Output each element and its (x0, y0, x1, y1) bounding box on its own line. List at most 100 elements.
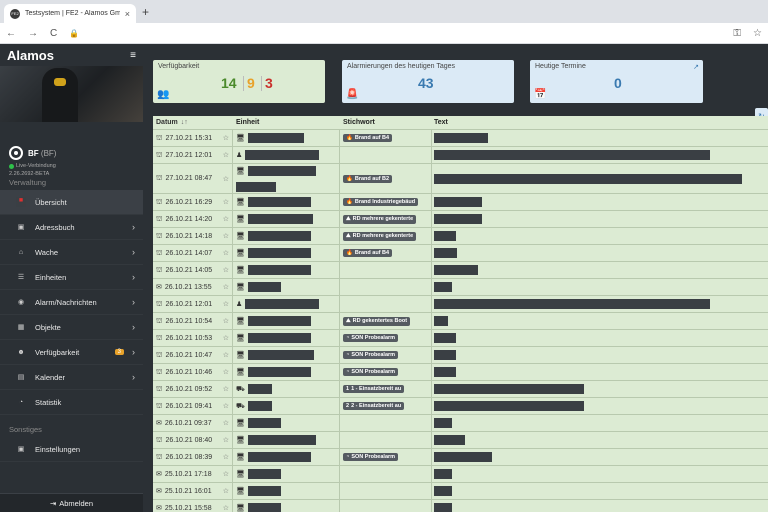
redacted-text (434, 150, 710, 160)
firestation-icon: ⛫ (156, 151, 163, 159)
table-row[interactable]: ⛫ 26.10.21 08:39 ☆ 🖥 ◔ SON Probealarm (153, 449, 768, 466)
sidebar-item-einstellungen[interactable]: ▣ Einstellungen (0, 437, 143, 462)
sidebar-item-adressbuch[interactable]: ▣ Adressbuch › (0, 215, 143, 240)
back-icon[interactable]: ← (6, 28, 16, 39)
table-row[interactable]: ⛫ 26.10.21 10:53 ☆ 🖥 ◔ SON Probealarm (153, 330, 768, 347)
table-row[interactable]: ⛫ 26.10.21 14:20 ☆ 🖥 ⛰ RD mehrere gekenterte (153, 211, 768, 228)
table-row[interactable]: ✉ 25.10.21 16:01 ☆ 🖥 (153, 483, 768, 500)
cell-einheit: 🖥 (233, 347, 340, 363)
star-icon[interactable]: ☆ (223, 215, 229, 223)
lock-icon[interactable]: 🔒 (69, 29, 79, 38)
star-icon[interactable]: ☆ (223, 470, 229, 478)
keyword-text: RD gekentertes Boot (352, 317, 408, 324)
star-icon[interactable]: ☆ (223, 419, 229, 427)
cell-stichwort: 🔥 Brand auf B4 (340, 130, 432, 146)
star-icon[interactable]: ☆ (223, 198, 229, 206)
star-icon[interactable]: ☆ (223, 151, 229, 159)
sidebar-item-übersicht[interactable]: ■ Übersicht (0, 190, 143, 215)
table-row[interactable]: ⛫ 26.10.21 09:52 ☆ ⛟ 1 1 - Einsatzbereit au (153, 381, 768, 398)
browser-tab[interactable]: FE2 Testsystem | FE2 - Alamos GmbH × (4, 4, 136, 23)
keyword-text: Brand Industriegebäud (354, 199, 416, 205)
sidebar-item-label: Statistik (35, 397, 62, 407)
table-row[interactable]: ⛫ 26.10.21 14:07 ☆ 🖥 🔥 Brand auf B4 (153, 245, 768, 262)
star-icon[interactable]: ☆ (223, 351, 229, 359)
monitor-icon: 🖥 (236, 167, 245, 175)
star-icon[interactable]: ☆ (223, 249, 229, 257)
table-row[interactable]: ⛫ 26.10.21 08:40 ☆ 🖥 (153, 432, 768, 449)
table-row[interactable]: ⛫ 26.10.21 10:54 ☆ 🖥 ⛰ RD gekentertes Boot (153, 313, 768, 330)
cell-einheit: 🖥 (233, 449, 340, 465)
alarm-date: 26.10.21 16:29 (165, 198, 213, 206)
sidebar-item-verfügbarkeit[interactable]: ☻ Verfügbarkeit 3 › (0, 340, 143, 365)
cell-text (432, 313, 768, 329)
star-icon[interactable]: ☆ (223, 402, 229, 410)
new-tab-icon[interactable]: + (142, 5, 149, 19)
star-icon[interactable]: ☆ (223, 436, 229, 444)
key-icon[interactable]: ⚿ (733, 28, 741, 39)
table-row[interactable]: ⛫ 26.10.21 09:41 ☆ ⛟ 2 2 - Einsatzbereit au (153, 398, 768, 415)
cell-datum: ✉ 25.10.21 15:58 ☆ (153, 500, 233, 512)
star-icon[interactable]: ☆ (223, 175, 229, 183)
sidebar-item-wache[interactable]: ⌂ Wache › (0, 240, 143, 265)
star-icon[interactable]: ☆ (223, 385, 229, 393)
sidebar-item-alarm-nachrichten[interactable]: ◉ Alarm/Nachrichten › (0, 290, 143, 315)
redacted-unit (247, 503, 281, 512)
star-icon[interactable]: ☆ (223, 368, 229, 376)
table-row[interactable]: ⛫ 27.10.21 12:01 ☆ ♟ (153, 147, 768, 164)
cell-datum: ⛫ 26.10.21 10:46 ☆ (153, 364, 233, 380)
table-row[interactable]: ✉ 26.10.21 09:37 ☆ 🖥 (153, 415, 768, 432)
redacted-unit (247, 401, 272, 411)
hamburger-menu-icon[interactable]: ≡ (130, 50, 136, 61)
table-row[interactable]: ✉ 25.10.21 15:58 ☆ 🖥 (153, 500, 768, 512)
dates-card[interactable]: Heutige Termine 0 📅 ↗ (530, 60, 703, 103)
star-icon[interactable]: ☆ (223, 504, 229, 512)
logout-button[interactable]: ⇥ Abmelden (0, 493, 143, 512)
sidebar-item-statistik[interactable]: ◔ Statistik (0, 390, 143, 415)
table-row[interactable]: ⛫ 27.10.21 08:47 ☆ 🖥 🔥 Brand auf B2 (153, 164, 768, 194)
star-icon[interactable]: ☆ (223, 453, 229, 461)
firestation-icon: ⛫ (156, 266, 163, 274)
keyword-badge: 🔥 Brand auf B4 (343, 249, 393, 257)
firestation-icon: ⛫ (156, 232, 163, 240)
star-icon[interactable]: ☆ (223, 487, 229, 495)
cell-stichwort (340, 415, 432, 431)
cell-stichwort (340, 466, 432, 482)
bookmark-star-icon[interactable]: ☆ (753, 28, 762, 39)
alarm-date: 26.10.21 14:07 (165, 249, 213, 257)
alarms-card[interactable]: Alarmierungen des heutigen Tages 43 🚨 (342, 60, 514, 103)
col-datum[interactable]: Datum ↓↑ (153, 119, 233, 126)
availability-green: 14 (221, 75, 237, 91)
star-icon[interactable]: ☆ (223, 232, 229, 240)
table-row[interactable]: ✉ 25.10.21 17:18 ☆ 🖥 (153, 466, 768, 483)
monitor-icon: 🖥 (236, 352, 245, 359)
table-row[interactable]: ⛫ 26.10.21 12:01 ☆ ♟ (153, 296, 768, 313)
redacted-text (434, 299, 710, 309)
keyword-icon: 🔥 (346, 250, 353, 256)
table-row[interactable]: ✉ 26.10.21 13:55 ☆ 🖥 (153, 279, 768, 296)
table-row[interactable]: ⛫ 26.10.21 14:18 ☆ 🖥 ⛰ RD mehrere gekenterte (153, 228, 768, 245)
cell-datum: ⛫ 27.10.21 08:47 ☆ (153, 164, 233, 193)
table-row[interactable]: ⛫ 26.10.21 16:29 ☆ 🖥 🔥 Brand Industriegebäud (153, 194, 768, 211)
redacted-text (434, 265, 478, 275)
table-row[interactable]: ⛫ 26.10.21 14:05 ☆ 🖥 (153, 262, 768, 279)
star-icon[interactable]: ☆ (223, 334, 229, 342)
star-icon[interactable]: ☆ (223, 134, 229, 142)
cell-stichwort: ⛰ RD mehrere gekenterte (340, 228, 432, 244)
external-link-icon[interactable]: ↗ (693, 63, 699, 71)
sidebar-item-kalender[interactable]: ▤ Kalender › (0, 365, 143, 390)
envelope-icon: ✉ (156, 505, 162, 512)
close-tab-icon[interactable]: × (125, 9, 130, 19)
table-row[interactable]: ⛫ 27.10.21 15:31 ☆ 🖥 🔥 Brand auf B4 (153, 130, 768, 147)
star-icon[interactable]: ☆ (223, 317, 229, 325)
table-row[interactable]: ⛫ 26.10.21 10:46 ☆ 🖥 ◔ SON Probealarm (153, 364, 768, 381)
star-icon[interactable]: ☆ (223, 300, 229, 308)
star-icon[interactable]: ☆ (223, 266, 229, 274)
star-icon[interactable]: ☆ (223, 283, 229, 291)
table-row[interactable]: ⛫ 26.10.21 10:47 ☆ 🖥 ◔ SON Probealarm (153, 347, 768, 364)
sidebar-item-objekte[interactable]: ▦ Objekte › (0, 315, 143, 340)
availability-card[interactable]: Verfügbarkeit 14 9 3 👥 (153, 60, 325, 103)
sidebar-item-einheiten[interactable]: ☰ Einheiten › (0, 265, 143, 290)
forward-icon[interactable]: → (28, 28, 38, 39)
alarms-count: 43 (418, 75, 434, 91)
reload-icon[interactable]: C (50, 28, 57, 39)
